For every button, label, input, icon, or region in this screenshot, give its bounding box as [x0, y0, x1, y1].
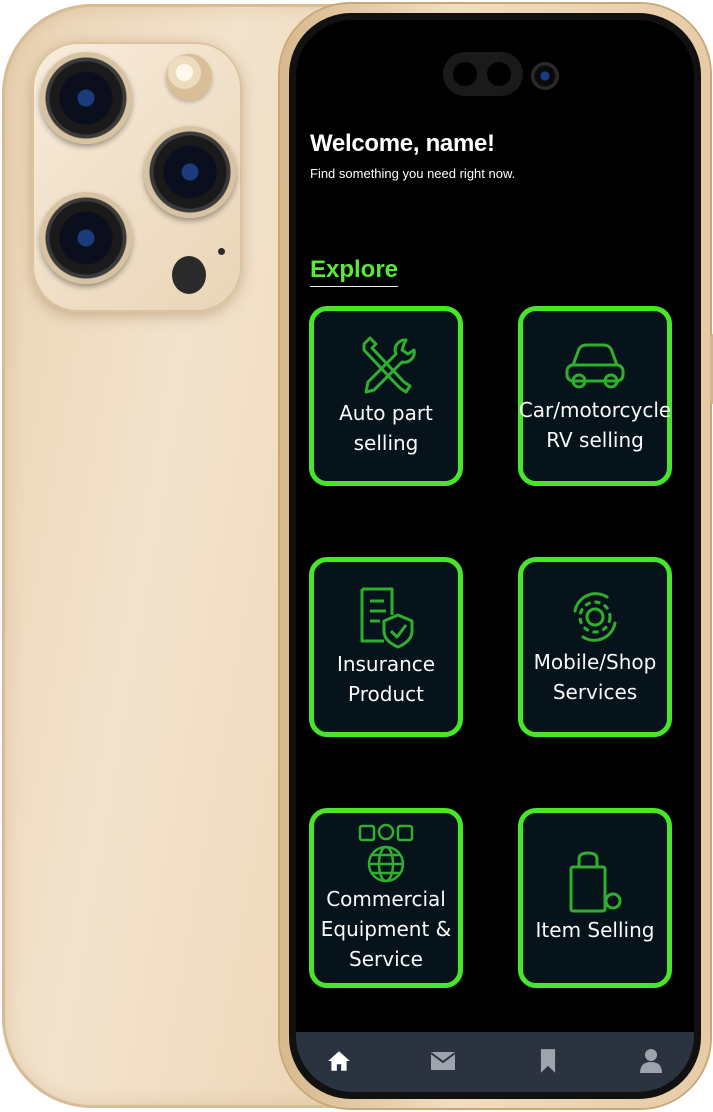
- category-label: Auto part selling: [339, 401, 433, 455]
- tools-icon: [362, 336, 416, 394]
- nav-profile[interactable]: [634, 1044, 668, 1078]
- gear-service-icon: [573, 592, 617, 642]
- explore-heading: Explore: [310, 256, 399, 287]
- nav-messages[interactable]: [426, 1044, 460, 1078]
- lidar-sensor: [172, 256, 206, 294]
- camera-module: [32, 42, 242, 312]
- welcome-title: Welcome, name!: [310, 130, 495, 157]
- home-icon: [328, 1051, 350, 1071]
- category-card-auto-part-selling[interactable]: Auto part selling: [309, 306, 463, 486]
- global-commerce-icon: [358, 823, 414, 883]
- microphone-hole: [218, 248, 225, 255]
- profile-icon: [640, 1049, 662, 1073]
- category-card-insurance-product[interactable]: Insurance Product: [309, 557, 463, 737]
- category-label: Car/motorcycle RV selling: [518, 398, 672, 452]
- category-card-vehicle-selling[interactable]: Car/motorcycle RV selling: [518, 306, 672, 486]
- bottom-navigation-bar: [296, 1032, 694, 1092]
- dynamic-island: [443, 52, 523, 96]
- camera-lens-icon: [40, 192, 132, 284]
- flash-icon: [166, 54, 212, 100]
- front-camera-icon: [531, 62, 559, 90]
- camera-lens-icon: [40, 52, 132, 144]
- phone-front: Welcome, name! Find something you need r…: [280, 4, 713, 1108]
- screen-bezel: Welcome, name! Find something you need r…: [289, 13, 701, 1099]
- car-icon: [565, 343, 625, 389]
- bookmark-icon: [540, 1049, 556, 1073]
- camera-lens-icon: [144, 126, 236, 218]
- category-card-item-selling[interactable]: Item Selling: [518, 808, 672, 988]
- insurance-document-icon: [360, 587, 414, 649]
- nav-home[interactable]: [322, 1044, 356, 1078]
- welcome-subtitle: Find something you need right now.: [310, 166, 516, 181]
- nav-bookmarks[interactable]: [531, 1044, 565, 1078]
- category-label: Mobile/Shop Services: [533, 650, 657, 704]
- category-card-mobile-shop-services[interactable]: Mobile/Shop Services: [518, 557, 672, 737]
- category-label: Insurance Product: [336, 652, 436, 706]
- category-card-commercial-equipment[interactable]: Commercial Equipment & Service: [309, 808, 463, 988]
- category-label: Commercial Equipment & Service: [320, 887, 452, 971]
- shopping-bag-icon: [569, 851, 622, 913]
- category-label: Item Selling: [535, 918, 655, 942]
- app-screen: Welcome, name! Find something you need r…: [296, 20, 694, 1092]
- mail-icon: [430, 1052, 456, 1070]
